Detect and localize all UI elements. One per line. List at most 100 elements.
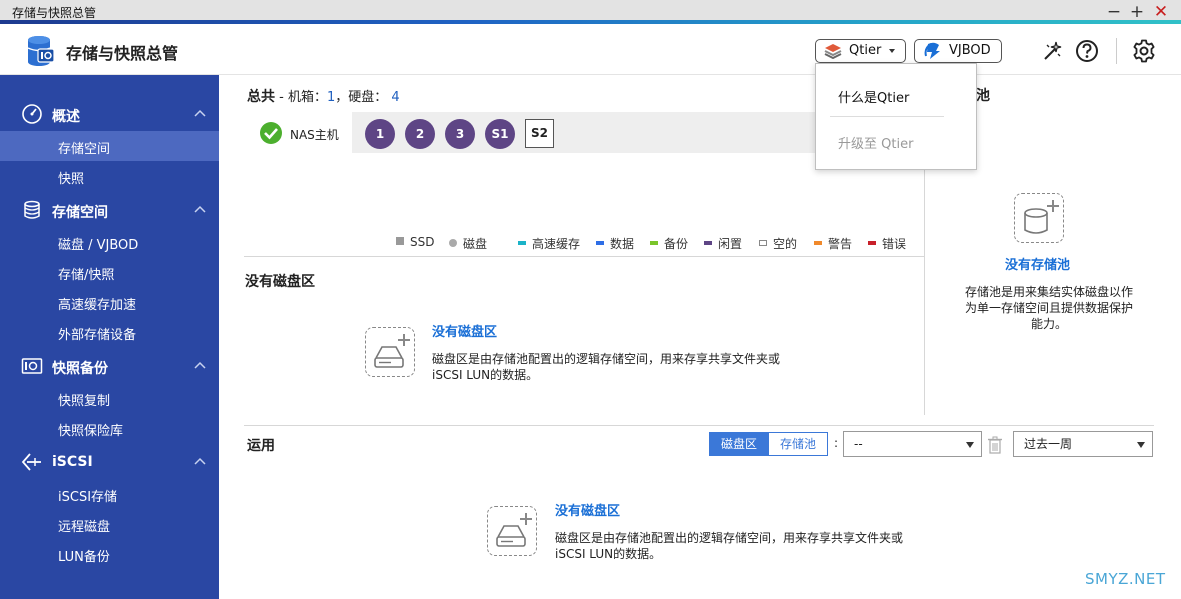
enclosure-count: 1 (326, 90, 336, 105)
legend-error: 错误 (868, 235, 906, 252)
empty-pool-box (1014, 193, 1064, 243)
sidebar-item-external-storage[interactable]: 外部存储设备 (0, 317, 219, 347)
volume-select[interactable]: -- (843, 431, 982, 457)
vjbod-label: VJBOD (949, 43, 991, 58)
empty-pool-description: 存储池是用来集结实体磁盘以作 为单一存储空间且提供数据保护 能力。 (964, 285, 1133, 331)
sidebar-item-label: 存储/快照 (58, 268, 115, 283)
sidebar-item-label: LUN备份 (58, 550, 110, 565)
nas-host-label[interactable]: NAS主机 (290, 126, 339, 143)
empty-usage-title[interactable]: 没有磁盘区 (555, 500, 620, 519)
check-circle-icon (260, 122, 282, 144)
iscsi-icon (21, 453, 41, 471)
help-icon[interactable] (1075, 39, 1099, 63)
maximize-button[interactable]: + (1127, 2, 1147, 22)
disk-slot[interactable]: 3 (445, 119, 475, 149)
chevron-up-icon[interactable] (194, 205, 206, 213)
tab-pool[interactable]: 存储池 (768, 432, 828, 456)
chevron-down-icon (966, 442, 974, 448)
add-volume-icon[interactable] (488, 507, 538, 557)
sidebar-item-label: 快照复制 (58, 394, 111, 409)
sidebar-item-snapshot-vault[interactable]: 快照保险库 (0, 413, 219, 443)
disk-slot[interactable]: 2 (405, 119, 435, 149)
menu-item-what-is-qtier[interactable]: 什么是Qtier (838, 87, 909, 106)
legend-idle: 闲置 (704, 235, 742, 252)
filter-colon: : (834, 436, 839, 450)
sidebar-item-label: 高速缓存加速 (58, 298, 137, 313)
legend-backup: 备份 (650, 235, 688, 252)
sidebar-item-label: 远程磁盘 (58, 520, 111, 535)
sidebar-item-label: iSCSI存储 (58, 490, 118, 505)
qtier-button[interactable]: Qtier (815, 39, 906, 63)
trash-icon[interactable] (987, 436, 1003, 454)
vjbod-button[interactable]: VJBOD (914, 39, 1002, 63)
tab-volume[interactable]: 磁盘区 (709, 432, 769, 456)
legend-swatch (868, 241, 876, 245)
period-select[interactable]: 过去一周 (1013, 431, 1153, 457)
sidebar-item-storage-space[interactable]: 存储空间 (0, 131, 219, 161)
legend-swatch (518, 241, 526, 245)
sidebar-item-storage-snapshots[interactable]: 存储/快照 (0, 257, 219, 287)
usage-section-title: 运用 (247, 438, 275, 454)
sidebar-item-iscsi-storage[interactable]: iSCSI存储 (0, 479, 219, 509)
sidebar-section-iscsi[interactable]: iSCSI (0, 447, 219, 477)
legend-swatch (596, 241, 604, 245)
empty-pool-title[interactable]: 没有存储池 (1005, 254, 1070, 273)
total-label: 总共 (247, 89, 275, 105)
pool-section-title: 池 (976, 88, 990, 104)
sidebar-item-lun-backup[interactable]: LUN备份 (0, 539, 219, 569)
sidebar-item-remote-disk[interactable]: 远程磁盘 (0, 509, 219, 539)
sidebar-section-snapshot-backup[interactable]: 快照备份 (0, 351, 219, 381)
legend-empty: 空的 (759, 235, 797, 252)
qtier-icon (824, 44, 842, 59)
sidebar-item-cache-acceleration[interactable]: 高速缓存加速 (0, 287, 219, 317)
disk-slot[interactable]: 1 (365, 119, 395, 149)
sidebar-section-label: iSCSI (52, 454, 93, 470)
magic-wand-icon[interactable] (1040, 39, 1064, 63)
vjbod-icon (924, 42, 940, 59)
chevron-up-icon[interactable] (194, 457, 206, 465)
sidebar-section-overview[interactable]: 概述 (0, 99, 219, 129)
legend-swatch (449, 239, 457, 247)
section-divider (244, 256, 924, 257)
sidebar-item-disks-vjbod[interactable]: 磁盘 / VJBOD (0, 227, 219, 257)
sidebar-item-label: 快照保险库 (58, 424, 124, 439)
app-title: 存储与快照总管 (66, 44, 179, 63)
minimize-button[interactable]: − (1104, 2, 1124, 22)
disk-count: 4 (391, 90, 400, 105)
sidebar-section-label: 存储空间 (52, 205, 108, 221)
sidebar-item-snapshot-replica[interactable]: 快照复制 (0, 383, 219, 413)
section-divider (244, 425, 1154, 426)
add-pool-icon[interactable] (1015, 194, 1065, 244)
legend-swatch (650, 241, 658, 245)
add-volume-icon[interactable] (366, 328, 416, 378)
qtier-dropdown-menu: 什么是Qtier 升级至 Qtier (815, 63, 977, 170)
sidebar-section-label: 概述 (52, 109, 80, 125)
empty-usage-box (487, 506, 537, 556)
summary-separator: ， (335, 90, 349, 105)
empty-volume-title[interactable]: 没有磁盘区 (432, 321, 497, 340)
close-button[interactable]: ✕ (1151, 2, 1171, 22)
disk-slot-empty[interactable]: S2 (525, 119, 554, 148)
gear-icon[interactable] (1132, 39, 1156, 63)
chevron-up-icon[interactable] (194, 361, 206, 369)
disk-slot[interactable]: S1 (485, 119, 515, 149)
empty-volume-description: 磁盘区是由存储池配置出的逻辑存储空间，用来存享共享文件夹或 iSCSI LUN的… (432, 352, 781, 382)
legend-swatch (814, 241, 822, 245)
enclosure-label: - 机箱： (279, 90, 327, 105)
sidebar-section-storage[interactable]: 存储空间 (0, 195, 219, 225)
legend-disk: 磁盘 (449, 235, 487, 252)
window-title-bar: 存储与快照总管 − + ✕ (0, 0, 1181, 24)
sidebar: 概述 存储空间 快照 存储空间 磁盘 / VJBOD 存储/快照 高速缓存加速 … (0, 75, 219, 599)
sidebar-item-snapshot[interactable]: 快照 (0, 161, 219, 191)
legend-swatch (759, 240, 767, 246)
sidebar-item-label: 存储空间 (58, 142, 111, 157)
storage-app-icon (27, 36, 55, 66)
volume-section-title: 没有磁盘区 (245, 274, 315, 290)
gauge-icon (22, 104, 42, 124)
legend-cache: 高速缓存 (518, 235, 580, 252)
empty-usage-description: 磁盘区是由存储池配置出的逻辑存储空间，用来存享共享文件夹或 iSCSI LUN的… (555, 531, 904, 561)
menu-item-upgrade-qtier: 升级至 Qtier (838, 137, 914, 152)
legend-data: 数据 (596, 235, 634, 252)
chevron-up-icon[interactable] (194, 109, 206, 117)
sidebar-item-label: 外部存储设备 (58, 328, 137, 343)
